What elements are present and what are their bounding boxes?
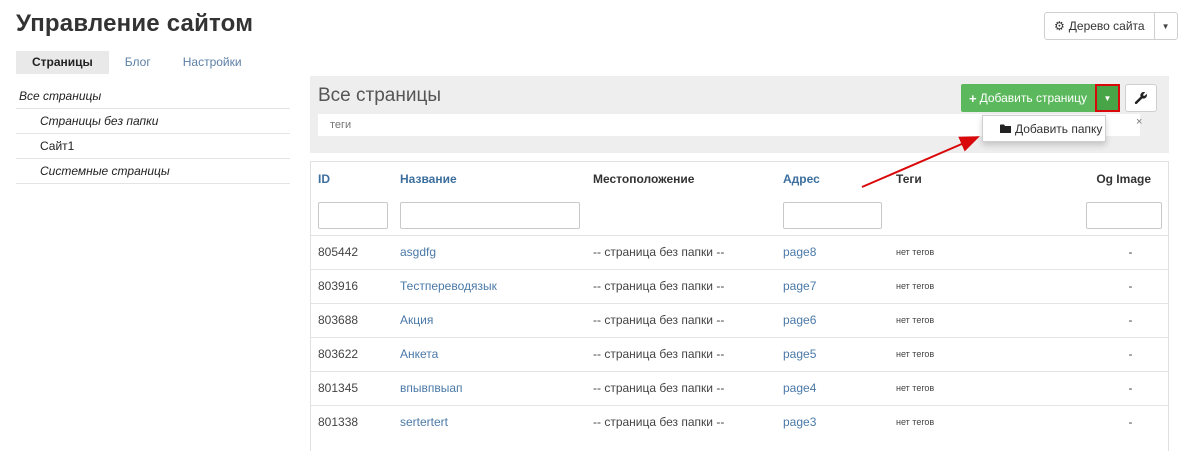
row-location: -- страница без папки -- (586, 234, 776, 269)
sidebar-item-all-pages[interactable]: Все страницы (16, 84, 290, 109)
section-tabs: Страницы Блог Настройки (16, 51, 258, 74)
id-filter-input[interactable] (318, 201, 388, 229)
pages-table: ID Название Местоположение Адрес Теги Og… (310, 161, 1169, 451)
name-filter-input[interactable] (400, 201, 580, 229)
column-header-id[interactable]: ID (311, 162, 393, 196)
row-location: -- страница без папки -- (586, 268, 776, 303)
row-og-image: - (1019, 234, 1168, 269)
table-header-row: ID Название Местоположение Адрес Теги Og… (311, 162, 1168, 196)
column-header-address[interactable]: Адрес (776, 162, 889, 196)
og-image-filter-input[interactable] (1086, 201, 1162, 229)
column-header-tags: Теги (896, 172, 922, 186)
site-tree-caret-button[interactable]: ▼ (1155, 13, 1177, 39)
row-name-link[interactable]: Тестпереводязык (393, 268, 586, 303)
site-tree-button[interactable]: ⚙ Дерево сайта (1045, 13, 1155, 39)
sidebar-item-system-pages[interactable]: Системные страницы (16, 159, 290, 184)
plus-icon: + (969, 90, 977, 106)
row-address-link[interactable]: page7 (776, 268, 889, 303)
add-page-button-group: + Добавить страницу ▼ (961, 84, 1121, 112)
row-location: -- страница без папки -- (586, 336, 776, 371)
tab-blog[interactable]: Блог (109, 51, 167, 74)
row-og-image: - (1019, 268, 1168, 303)
row-address-link[interactable]: page4 (776, 370, 889, 405)
row-tags: нет тегов (889, 268, 1019, 303)
row-tags: нет тегов (889, 234, 1019, 269)
row-id: 801338 (311, 404, 393, 439)
row-address-link[interactable]: page5 (776, 336, 889, 371)
sidebar-item-site1[interactable]: Сайт1 (16, 134, 290, 159)
caret-down-icon: ▼ (1161, 21, 1170, 31)
row-id: 803622 (311, 336, 393, 371)
tab-settings[interactable]: Настройки (167, 51, 258, 74)
filter-row (311, 196, 1168, 235)
gear-icon: ⚙ (1054, 19, 1065, 33)
row-tags: нет тегов (889, 404, 1019, 439)
row-id: 801345 (311, 370, 393, 405)
add-page-button[interactable]: + Добавить страницу (961, 84, 1096, 112)
caret-down-icon: ▼ (1103, 93, 1112, 103)
row-og-image: - (1019, 370, 1168, 405)
add-page-caret-button[interactable]: ▼ (1095, 84, 1121, 112)
row-location: -- страница без папки -- (586, 404, 776, 439)
table-row[interactable]: 803916 Тестпереводязык -- страница без п… (311, 268, 1168, 303)
row-address-link[interactable]: page8 (776, 234, 889, 269)
folder-sidebar: Все страницы Страницы без папки Сайт1 Си… (16, 84, 290, 184)
address-filter-input[interactable] (783, 201, 882, 229)
page-title: Управление сайтом (16, 10, 254, 37)
row-name-link[interactable]: впывпвыап (393, 370, 586, 405)
add-page-label: Добавить страницу (979, 91, 1088, 105)
wrench-icon (1134, 92, 1147, 105)
site-tree-label: Дерево сайта (1068, 19, 1145, 33)
site-tree-button-group: ⚙ Дерево сайта ▼ (1044, 12, 1178, 40)
row-id: 805442 (311, 234, 393, 269)
row-og-image: - (1019, 336, 1168, 371)
column-header-name[interactable]: Название (393, 162, 586, 196)
panel-title: Все страницы (318, 85, 441, 106)
table-row[interactable]: 803622 Анкета -- страница без папки -- p… (311, 336, 1168, 371)
row-name-link[interactable]: Анкета (393, 336, 586, 371)
add-folder-label: Добавить папку (1015, 121, 1103, 136)
table-row[interactable]: 801345 впывпвыап -- страница без папки -… (311, 370, 1168, 405)
row-name-link[interactable]: sertertert (393, 404, 586, 439)
row-id: 803916 (311, 268, 393, 303)
settings-wrench-button[interactable] (1125, 84, 1157, 112)
table-row[interactable]: 805442 asgdfg -- страница без папки -- p… (311, 234, 1168, 269)
column-header-og-image: Og Image (1096, 172, 1151, 186)
tags-clear-icon[interactable]: × (1136, 116, 1142, 128)
row-name-link[interactable]: asgdfg (393, 234, 586, 269)
folder-icon (1000, 124, 1011, 133)
row-og-image: - (1019, 404, 1168, 439)
row-id: 803688 (311, 302, 393, 337)
table-row[interactable]: 803688 Акция -- страница без папки -- pa… (311, 302, 1168, 337)
tab-pages[interactable]: Страницы (16, 51, 109, 74)
sidebar-item-unfiled-pages[interactable]: Страницы без папки (16, 109, 290, 134)
row-tags: нет тегов (889, 370, 1019, 405)
add-folder-menu-item[interactable]: Добавить папку (982, 115, 1106, 142)
row-address-link[interactable]: page3 (776, 404, 889, 439)
table-row[interactable]: 801338 sertertert -- страница без папки … (311, 404, 1168, 439)
row-address-link[interactable]: page6 (776, 302, 889, 337)
row-name-link[interactable]: Акция (393, 302, 586, 337)
column-header-location: Местоположение (593, 172, 695, 186)
row-location: -- страница без папки -- (586, 302, 776, 337)
row-location: -- страница без папки -- (586, 370, 776, 405)
row-og-image: - (1019, 302, 1168, 337)
row-tags: нет тегов (889, 302, 1019, 337)
row-tags: нет тегов (889, 336, 1019, 371)
